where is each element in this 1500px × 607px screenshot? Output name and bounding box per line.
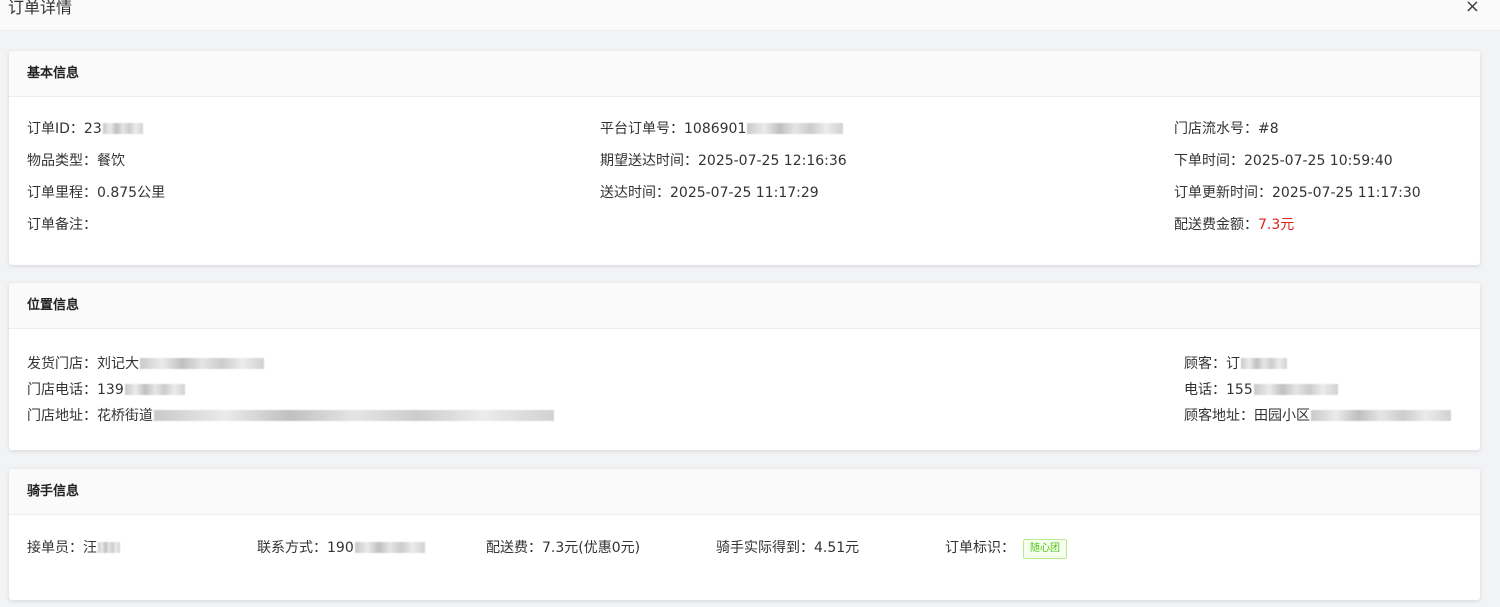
distance-value: 0.875公里 — [97, 185, 166, 201]
item-type-field: 物品类型：餐饮 — [27, 152, 125, 170]
location-info-card: 位置信息 发货门店：刘记大 门店电话：139 门店地址：花桥街道 顾客：订 电话… — [9, 283, 1480, 450]
store-label: 发货门店： — [27, 356, 97, 372]
expected-delivery-value: 2025-07-25 12:16:36 — [698, 153, 847, 169]
store-serial-field: 门店流水号：#8 — [1174, 120, 1279, 138]
platform-order-no-value: 1086901 — [684, 121, 747, 137]
rider-fee-value: 7.3元(优惠0元) — [542, 540, 641, 556]
order-time-field: 下单时间：2025-07-25 10:59:40 — [1174, 152, 1393, 170]
item-type-label: 物品类型： — [27, 153, 97, 169]
rider-fee-field: 配送费：7.3元(优惠0元) — [486, 539, 640, 557]
location-info-header: 位置信息 — [9, 283, 1480, 329]
store-phone-value: 139 — [97, 382, 124, 398]
customer-field: 顾客：订 — [1184, 355, 1287, 373]
delivery-fee-label: 配送费金额： — [1174, 217, 1258, 233]
store-address-value: 花桥街道 — [97, 408, 153, 424]
remark-field: 订单备注： — [27, 216, 97, 234]
basic-info-card: 基本信息 订单ID：23 平台订单号：1086901 门店流水号：#8 物品类型… — [9, 51, 1480, 265]
redacted-mask — [154, 410, 554, 421]
basic-info-title: 基本信息 — [27, 66, 80, 81]
modal-header: 订单详情 × — [0, 0, 1500, 31]
redacted-mask — [354, 542, 425, 553]
expected-delivery-field: 期望送达时间：2025-07-25 12:16:36 — [600, 152, 847, 170]
receiver-field: 接单员：汪 — [27, 539, 120, 557]
order-tag-badge: 随心团 — [1023, 539, 1067, 559]
order-id-label: 订单ID： — [27, 121, 84, 137]
delivered-time-value: 2025-07-25 11:17:29 — [670, 185, 819, 201]
actual-earnings-label: 骑手实际得到： — [716, 540, 814, 556]
platform-order-no-field: 平台订单号：1086901 — [600, 120, 844, 138]
customer-address-value: 田园小区 — [1254, 408, 1310, 424]
customer-value: 订 — [1226, 356, 1240, 372]
customer-label: 顾客： — [1184, 356, 1226, 372]
customer-phone-value: 155 — [1226, 382, 1253, 398]
modal-title: 订单详情 — [8, 0, 73, 17]
redacted-mask — [102, 123, 143, 134]
store-address-label: 门店地址： — [27, 408, 97, 424]
store-address-field: 门店地址：花桥街道 — [27, 407, 554, 425]
update-time-value: 2025-07-25 11:17:30 — [1272, 185, 1421, 201]
redacted-mask — [140, 358, 264, 369]
update-time-label: 订单更新时间： — [1174, 185, 1272, 201]
store-serial-value: #8 — [1258, 121, 1279, 137]
location-info-title: 位置信息 — [27, 298, 80, 313]
rider-fee-label: 配送费： — [486, 540, 542, 556]
contact-label: 联系方式： — [257, 540, 327, 556]
distance-field: 订单里程：0.875公里 — [27, 184, 165, 202]
store-field: 发货门店：刘记大 — [27, 355, 264, 373]
item-type-value: 餐饮 — [97, 153, 125, 169]
redacted-mask — [1241, 358, 1287, 369]
distance-label: 订单里程： — [27, 185, 97, 201]
customer-address-label: 顾客地址： — [1184, 408, 1254, 424]
order-tag-label: 订单标识： — [945, 540, 1015, 556]
delivery-fee-value: 7.3元 — [1258, 217, 1295, 233]
contact-field: 联系方式：190 — [257, 539, 425, 557]
delivered-time-label: 送达时间： — [600, 185, 670, 201]
close-icon[interactable]: × — [1465, 0, 1480, 19]
rider-info-title: 骑手信息 — [27, 484, 80, 499]
customer-address-field: 顾客地址：田园小区 — [1184, 407, 1451, 425]
contact-value: 190 — [327, 540, 354, 556]
basic-info-header: 基本信息 — [9, 51, 1480, 97]
store-phone-field: 门店电话：139 — [27, 381, 185, 399]
redacted-mask — [747, 123, 844, 134]
actual-earnings-value: 4.51元 — [814, 540, 860, 556]
expected-delivery-label: 期望送达时间： — [600, 153, 698, 169]
store-value: 刘记大 — [97, 356, 139, 372]
redacted-mask — [124, 384, 185, 395]
store-phone-label: 门店电话： — [27, 382, 97, 398]
rider-info-card: 骑手信息 接单员：汪 联系方式：190 配送费：7.3元(优惠0元) 骑手实际得… — [9, 469, 1480, 600]
customer-phone-label: 电话： — [1184, 382, 1226, 398]
redacted-mask — [1253, 384, 1338, 395]
customer-phone-field: 电话：155 — [1184, 381, 1338, 399]
update-time-field: 订单更新时间：2025-07-25 11:17:30 — [1174, 184, 1421, 202]
delivered-time-field: 送达时间：2025-07-25 11:17:29 — [600, 184, 819, 202]
receiver-value: 汪 — [83, 540, 97, 556]
platform-order-no-label: 平台订单号： — [600, 121, 684, 137]
order-tag-field: 订单标识： 随心团 — [945, 539, 1067, 559]
redacted-mask — [1311, 410, 1451, 421]
actual-earnings-field: 骑手实际得到：4.51元 — [716, 539, 859, 557]
order-id-field: 订单ID：23 — [27, 120, 143, 138]
order-time-value: 2025-07-25 10:59:40 — [1244, 153, 1393, 169]
receiver-label: 接单员： — [27, 540, 83, 556]
store-serial-label: 门店流水号： — [1174, 121, 1258, 137]
rider-info-header: 骑手信息 — [9, 469, 1480, 515]
redacted-mask — [98, 542, 120, 553]
remark-label: 订单备注： — [27, 217, 97, 233]
order-time-label: 下单时间： — [1174, 153, 1244, 169]
order-id-value: 23 — [83, 121, 102, 137]
delivery-fee-field: 配送费金额：7.3元 — [1174, 216, 1294, 234]
